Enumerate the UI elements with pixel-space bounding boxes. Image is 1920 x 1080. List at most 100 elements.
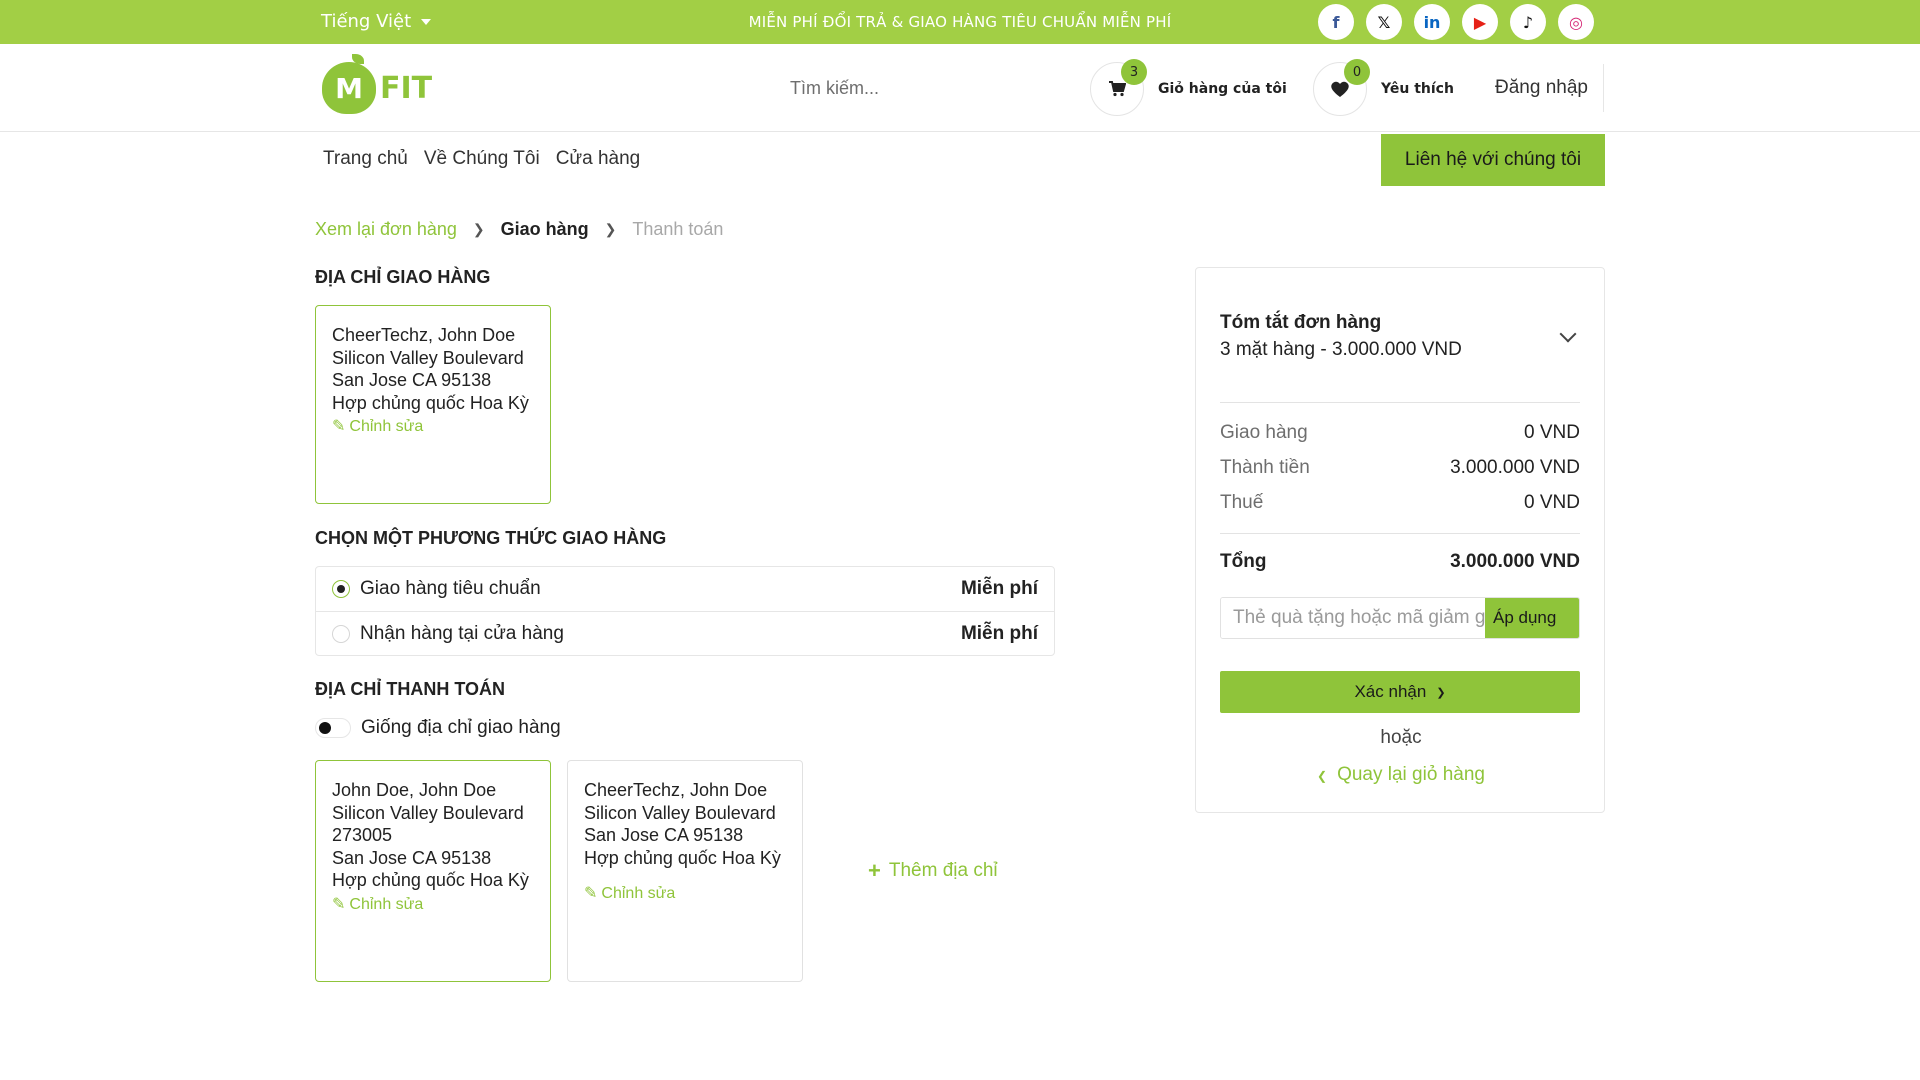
billing-address-title: ĐỊA CHỈ THANH TOÁN bbox=[315, 679, 505, 699]
add-address-button[interactable]: + Thêm địa chỉ bbox=[868, 858, 998, 884]
same-address-row: Giống địa chỉ giao hàng bbox=[315, 717, 561, 739]
edit-label: Chỉnh sửa bbox=[349, 895, 424, 913]
same-address-label: Giống địa chỉ giao hàng bbox=[361, 717, 561, 738]
radio-button[interactable] bbox=[332, 624, 350, 643]
shipping-method-list: Giao hàng tiêu chuẩn Miễn phí Nhận hàng … bbox=[315, 566, 1055, 656]
breadcrumb-payment: Thanh toán bbox=[632, 219, 724, 239]
breadcrumb-review-order[interactable]: Xem lại đơn hàng bbox=[315, 219, 457, 240]
nav-about[interactable]: Về Chúng Tôi bbox=[424, 148, 540, 170]
shipping-cost-value: 0 VND bbox=[1524, 422, 1580, 443]
coupon-group: Áp dụng bbox=[1220, 597, 1580, 639]
wishlist-button[interactable]: 0 Yêu thích bbox=[1313, 59, 1454, 116]
chevron-right-icon: ❯ bbox=[1436, 686, 1446, 699]
shipping-cost-row: Giao hàng 0 VND bbox=[1220, 422, 1580, 444]
pencil-icon: ✎ bbox=[332, 418, 346, 435]
heart-icon bbox=[1331, 81, 1349, 97]
breadcrumb: Xem lại đơn hàng ❯ Giao hàng ❯ Thanh toá… bbox=[315, 219, 723, 240]
shipping-option-standard[interactable]: Giao hàng tiêu chuẩn Miễn phí bbox=[316, 567, 1054, 611]
contact-button[interactable]: Liên hệ với chúng tôi bbox=[1381, 134, 1605, 186]
cart-label: Giỏ hàng của tôi bbox=[1158, 81, 1287, 97]
shipping-option-label: Giao hàng tiêu chuẩn bbox=[360, 578, 541, 599]
shipping-cost-label: Giao hàng bbox=[1220, 422, 1308, 443]
address-line: Hợp chủng quốc Hoa Kỳ bbox=[332, 870, 529, 890]
logo-text: FIT bbox=[380, 70, 433, 106]
pencil-icon: ✎ bbox=[584, 885, 598, 902]
shipping-option-label: Nhận hàng tại cửa hàng bbox=[360, 622, 564, 644]
site-header: M FIT 3 Giỏ hàng của tôi 0 Yêu thích Đăn… bbox=[0, 44, 1920, 132]
shipping-method-title: CHỌN MỘT PHƯƠNG THỨC GIAO HÀNG bbox=[315, 528, 667, 548]
social-glyph: f bbox=[1332, 12, 1340, 32]
social-glyph: ▶ bbox=[1473, 12, 1487, 32]
order-summary: Tóm tắt đơn hàng 3 mặt hàng - 3.000.000 … bbox=[1195, 267, 1605, 813]
address-line: John Doe, John Doe bbox=[332, 780, 497, 800]
promo-text: MIỄN PHÍ ĐỔI TRẢ & GIAO HÀNG TIÊU CHUẨN … bbox=[748, 13, 1172, 31]
tax-value: 0 VND bbox=[1524, 492, 1580, 513]
edit-address-link[interactable]: ✎ Chỉnh sửa bbox=[584, 883, 786, 906]
wishlist-label: Yêu thích bbox=[1381, 81, 1454, 97]
address-line: San Jose CA 95138 bbox=[584, 825, 744, 845]
apple-logo-icon: M bbox=[322, 54, 376, 114]
instagram-icon[interactable]: ◎ bbox=[1558, 4, 1594, 40]
shipping-option-price: Miễn phí bbox=[960, 578, 1038, 599]
shipping-address-card[interactable]: CheerTechz, John Doe Silicon Valley Boul… bbox=[315, 305, 551, 504]
shipping-option-price: Miễn phí bbox=[960, 622, 1038, 644]
address-line: CheerTechz, John Doe bbox=[584, 780, 768, 800]
social-glyph: ♪ bbox=[1522, 12, 1534, 32]
top-promo-bar: Tiếng Việt MIỄN PHÍ ĐỔI TRẢ & GIAO HÀNG … bbox=[0, 0, 1920, 44]
edit-address-link[interactable]: ✎ Chỉnh sửa bbox=[332, 894, 534, 917]
pencil-icon: ✎ bbox=[332, 895, 346, 913]
cart-button[interactable]: 3 Giỏ hàng của tôi bbox=[1090, 59, 1287, 116]
order-summary-title: Tóm tắt đơn hàng bbox=[1220, 312, 1382, 333]
radio-button-selected[interactable] bbox=[332, 580, 350, 598]
logo[interactable]: M FIT bbox=[322, 54, 433, 114]
tiktok-icon[interactable]: ♪ bbox=[1510, 4, 1546, 40]
address-line: Hợp chủng quốc Hoa Kỳ bbox=[332, 392, 529, 413]
cart-count-badge: 3 bbox=[1121, 59, 1147, 85]
shipping-option-pickup[interactable]: Nhận hàng tại cửa hàng Miễn phí bbox=[316, 611, 1054, 655]
billing-address-card[interactable]: CheerTechz, John Doe Silicon Valley Boul… bbox=[567, 760, 803, 982]
facebook-icon[interactable]: f bbox=[1318, 4, 1354, 40]
subtotal-row: Thành tiền 3.000.000 VND bbox=[1220, 457, 1580, 479]
social-glyph: 𝕏 bbox=[1377, 12, 1391, 32]
social-glyph: ◎ bbox=[1569, 12, 1583, 32]
address-line: 273005 bbox=[332, 825, 393, 845]
or-separator: hoặc bbox=[1380, 727, 1422, 748]
wishlist-circle: 0 bbox=[1313, 59, 1370, 116]
apply-coupon-button[interactable]: Áp dụng bbox=[1485, 598, 1579, 638]
edit-address-link[interactable]: ✎ Chỉnh sửa bbox=[332, 416, 534, 439]
edit-label: Chỉnh sửa bbox=[601, 885, 676, 902]
total-label: Tổng bbox=[1220, 551, 1267, 572]
address-line: Hợp chủng quốc Hoa Kỳ bbox=[584, 847, 781, 868]
main-nav: Trang chủ Về Chúng Tôi Cửa hàng bbox=[323, 148, 640, 170]
confirm-button[interactable]: Xác nhận ❯ bbox=[1220, 671, 1580, 713]
plus-icon: + bbox=[868, 858, 881, 883]
nav-home[interactable]: Trang chủ bbox=[323, 148, 408, 170]
logo-letter: M bbox=[335, 71, 363, 105]
youtube-icon[interactable]: ▶ bbox=[1462, 4, 1498, 40]
coupon-input[interactable] bbox=[1221, 598, 1485, 638]
address-line: Silicon Valley Boulevard bbox=[332, 347, 524, 368]
tax-row: Thuế 0 VND bbox=[1220, 492, 1580, 514]
wishlist-count-badge: 0 bbox=[1344, 59, 1370, 85]
address-line: CheerTechz, John Doe bbox=[332, 325, 516, 345]
breadcrumb-shipping: Giao hàng bbox=[500, 219, 589, 239]
back-to-cart-link[interactable]: ❮ Quay lại giỏ hàng bbox=[1196, 764, 1606, 786]
cart-circle: 3 bbox=[1090, 59, 1147, 116]
address-line: Silicon Valley Boulevard bbox=[584, 802, 776, 823]
add-address-label: Thêm địa chỉ bbox=[888, 860, 998, 881]
confirm-label: Xác nhận bbox=[1354, 682, 1427, 701]
divider bbox=[1220, 402, 1580, 403]
social-links: f 𝕏in ▶ ♪ ◎ bbox=[1318, 4, 1594, 40]
billing-address-card[interactable]: John Doe, John Doe Silicon Valley Boulev… bbox=[315, 760, 551, 982]
address-line: San Jose CA 95138 bbox=[332, 847, 492, 868]
search-input[interactable] bbox=[790, 72, 1070, 104]
x-twitter-icon[interactable]: 𝕏 bbox=[1366, 4, 1402, 40]
login-link[interactable]: Đăng nhập bbox=[1480, 64, 1604, 112]
order-item-count: 3 mặt hàng - 3.000.000 VND bbox=[1220, 339, 1462, 360]
linkedin-icon[interactable]: in bbox=[1414, 4, 1450, 40]
total-value: 3.000.000 VND bbox=[1450, 551, 1580, 572]
nav-shop[interactable]: Cửa hàng bbox=[556, 148, 641, 170]
chevron-down-icon[interactable] bbox=[1559, 325, 1577, 343]
address-line: San Jose CA 95138 bbox=[332, 370, 492, 390]
same-address-toggle[interactable] bbox=[315, 718, 351, 738]
